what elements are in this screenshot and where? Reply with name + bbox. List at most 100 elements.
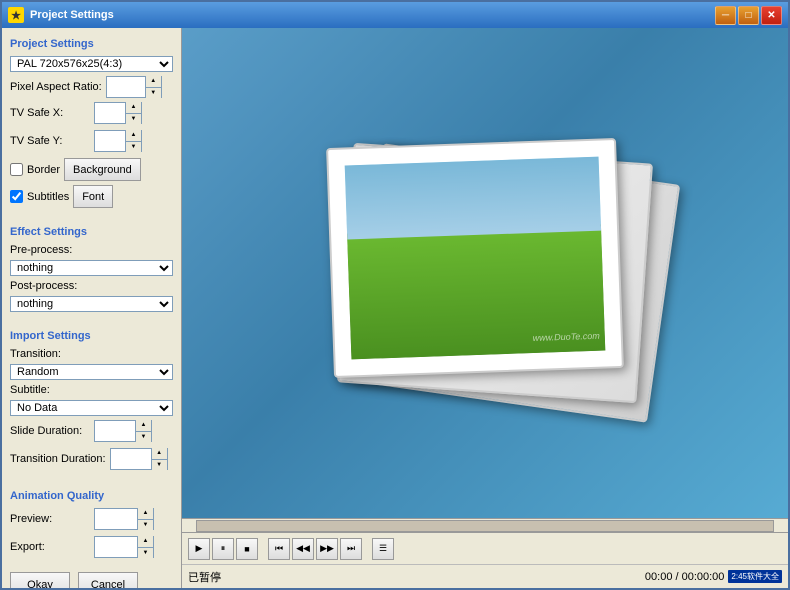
frame-inner-image: www.DuoTe.com: [345, 157, 606, 360]
preview-quality-up[interactable]: ▲: [138, 508, 153, 520]
logo-badge: 2:45软件大全: [728, 570, 782, 583]
preview-quality-down[interactable]: ▼: [138, 520, 153, 531]
rewind-button[interactable]: ◀◀: [292, 538, 314, 560]
postprocess-select[interactable]: nothing blur sharpen: [10, 296, 173, 312]
subtitles-checkbox[interactable]: [10, 190, 23, 203]
preprocess-select[interactable]: nothing blur sharpen: [10, 260, 173, 276]
prev-button[interactable]: ⏮: [268, 538, 290, 560]
main-window: ★ Project Settings ─ □ ✕ Project Setting…: [0, 0, 790, 590]
menu-button[interactable]: ☰: [372, 538, 394, 560]
preprocess-label: Pre-process:: [10, 244, 173, 256]
import-settings-section-title: Import Settings: [10, 330, 173, 342]
cancel-button[interactable]: Cancel: [78, 572, 138, 588]
tv-safe-x-spinbox: 0 ▲ ▼: [94, 102, 142, 124]
tv-safe-y-down[interactable]: ▼: [126, 142, 141, 153]
slide-duration-spinbox: 100 ▲ ▼: [94, 420, 152, 442]
tv-safe-y-input[interactable]: 0: [95, 131, 125, 151]
next-button[interactable]: ⏭: [340, 538, 362, 560]
preview-scrollbar[interactable]: [182, 518, 788, 532]
export-quality-label: Export:: [10, 541, 90, 553]
format-select[interactable]: PAL 720x576x25(4:3) NTSC 720x480x30(4:3)…: [10, 56, 173, 72]
main-content: Project Settings PAL 720x576x25(4:3) NTS…: [2, 28, 788, 588]
export-quality-arrows: ▲ ▼: [137, 536, 153, 558]
project-settings-section-title: Project Settings: [10, 38, 173, 50]
preview-quality-spinbox: -100 ▲ ▼: [94, 508, 154, 530]
maximize-button[interactable]: □: [738, 6, 759, 25]
tv-safe-x-up[interactable]: ▲: [126, 102, 141, 114]
subtitle-select[interactable]: No Data Default Custom: [10, 400, 173, 416]
pixel-aspect-label: Pixel Aspect Ratio:: [10, 81, 102, 93]
tv-safe-x-row: TV Safe X: 0 ▲ ▼: [10, 102, 173, 124]
pixel-aspect-down[interactable]: ▼: [146, 88, 161, 99]
ok-cancel-row: Okay Cancel: [10, 568, 173, 588]
export-quality-spinbox: 25 ▲ ▼: [94, 536, 154, 558]
tv-safe-x-label: TV Safe X:: [10, 107, 90, 119]
pixel-aspect-row: Pixel Aspect Ratio: 16:15 ▲ ▼: [10, 76, 173, 98]
tv-safe-y-row: TV Safe Y: 0 ▲ ▼: [10, 130, 173, 152]
transition-duration-down[interactable]: ▼: [152, 460, 167, 471]
slide-duration-down[interactable]: ▼: [136, 432, 151, 443]
status-text: 已暂停: [188, 569, 221, 585]
transition-select[interactable]: Random Fade Slide None: [10, 364, 173, 380]
pixel-aspect-up[interactable]: ▲: [146, 76, 161, 88]
minimize-button[interactable]: ─: [715, 6, 736, 25]
preview-quality-input[interactable]: -100: [95, 509, 137, 529]
transition-label: Transition:: [10, 348, 173, 360]
export-quality-row: Export: 25 ▲ ▼: [10, 536, 173, 558]
preview-quality-label: Preview:: [10, 513, 90, 525]
left-panel: Project Settings PAL 720x576x25(4:3) NTS…: [2, 28, 182, 588]
okay-button[interactable]: Okay: [10, 572, 70, 588]
transition-duration-spinbox: 25 ▲ ▼: [110, 448, 168, 470]
slide-duration-input[interactable]: 100: [95, 421, 135, 441]
preview-area: www.DuoTe.com: [182, 28, 788, 518]
preview-quality-row: Preview: -100 ▲ ▼: [10, 508, 173, 530]
pause-button[interactable]: ⏸: [212, 538, 234, 560]
status-bar: 已暂停 00:00 / 00:00:00 2:45软件大全: [182, 564, 788, 588]
transport-bar: ▶ ⏸ ■ ⏮ ◀◀ ▶▶ ⏭ ☰: [182, 532, 788, 564]
stop-button[interactable]: ■: [236, 538, 258, 560]
pixel-aspect-input[interactable]: 16:15: [107, 77, 145, 97]
pixel-aspect-spinbox: 16:15 ▲ ▼: [106, 76, 162, 98]
tv-safe-x-input[interactable]: 0: [95, 103, 125, 123]
tv-safe-y-arrows: ▲ ▼: [125, 130, 141, 152]
subtitles-checkbox-row: Subtitles: [10, 190, 69, 203]
photo-frame-front: www.DuoTe.com: [326, 138, 624, 378]
border-background-row: Border Background: [10, 158, 173, 181]
close-button[interactable]: ✕: [761, 6, 782, 25]
play-button[interactable]: ▶: [188, 538, 210, 560]
slide-duration-arrows: ▲ ▼: [135, 420, 151, 442]
window-icon: ★: [8, 7, 24, 23]
tv-safe-y-up[interactable]: ▲: [126, 130, 141, 142]
export-quality-input[interactable]: 25: [95, 537, 137, 557]
export-quality-up[interactable]: ▲: [138, 536, 153, 548]
sky-area: [345, 157, 602, 243]
tv-safe-y-label: TV Safe Y:: [10, 135, 90, 147]
transition-duration-up[interactable]: ▲: [152, 448, 167, 460]
tv-safe-x-arrows: ▲ ▼: [125, 102, 141, 124]
border-checkbox[interactable]: [10, 163, 23, 176]
effect-settings-section-title: Effect Settings: [10, 226, 173, 238]
pixel-aspect-arrows: ▲ ▼: [145, 76, 161, 98]
transition-duration-row: Transition Duration: 25 ▲ ▼: [10, 448, 173, 470]
transition-duration-input[interactable]: 25: [111, 449, 151, 469]
time-display: 00:00 / 00:00:00: [645, 571, 725, 583]
tv-safe-x-down[interactable]: ▼: [126, 114, 141, 125]
font-button[interactable]: Font: [73, 185, 113, 208]
fast-forward-button[interactable]: ▶▶: [316, 538, 338, 560]
subtitle-label: Subtitle:: [10, 384, 173, 396]
animation-quality-section-title: Animation Quality: [10, 490, 173, 502]
border-checkbox-row: Border: [10, 163, 60, 176]
preview-quality-arrows: ▲ ▼: [137, 508, 153, 530]
tv-safe-y-spinbox: 0 ▲ ▼: [94, 130, 142, 152]
title-bar: ★ Project Settings ─ □ ✕: [2, 2, 788, 28]
slide-duration-up[interactable]: ▲: [136, 420, 151, 432]
background-button[interactable]: Background: [64, 158, 141, 181]
window-title: Project Settings: [30, 9, 715, 21]
postprocess-label: Post-process:: [10, 280, 173, 292]
export-quality-down[interactable]: ▼: [138, 548, 153, 559]
border-label: Border: [27, 164, 60, 176]
title-buttons: ─ □ ✕: [715, 6, 782, 25]
subtitles-font-row: Subtitles Font: [10, 185, 173, 208]
photo-stack: www.DuoTe.com: [325, 133, 645, 413]
scrollbar-track: [196, 520, 774, 532]
